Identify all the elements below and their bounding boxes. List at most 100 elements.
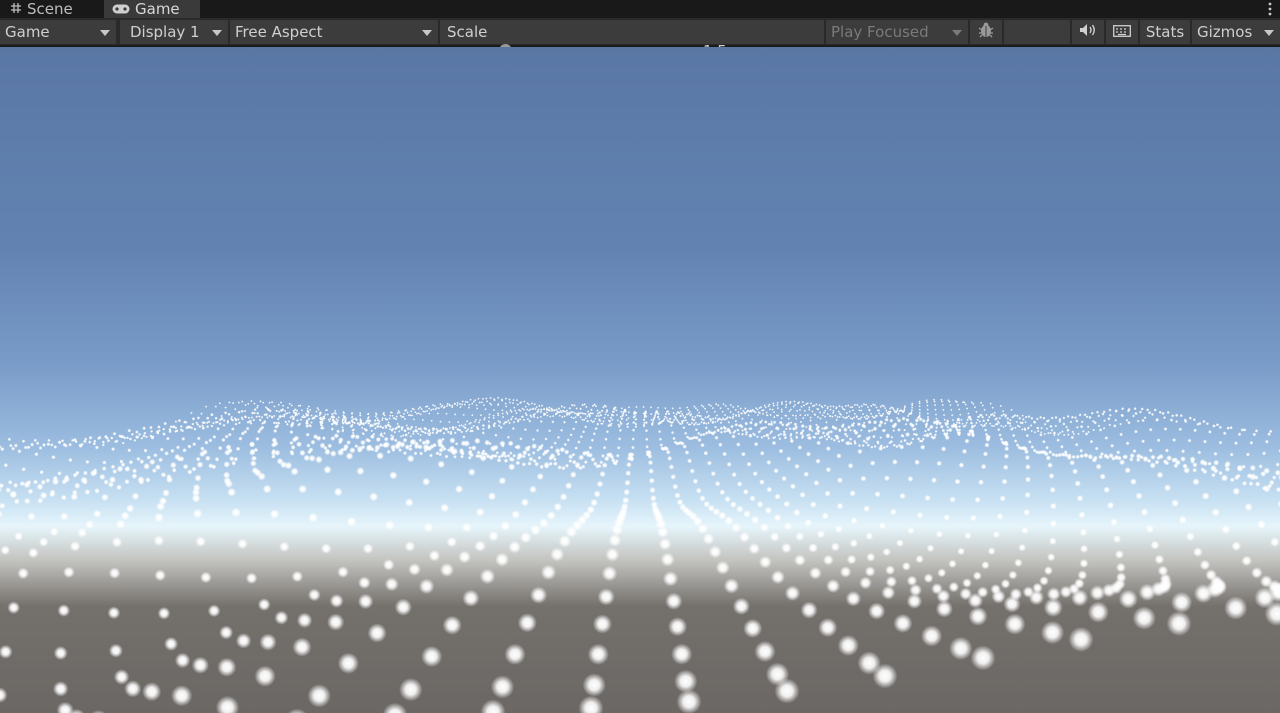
stats-button[interactable]: Stats	[1140, 20, 1190, 44]
particle	[839, 566, 852, 578]
particle	[539, 420, 543, 423]
particle	[872, 426, 878, 432]
particle	[38, 536, 49, 547]
particle	[662, 570, 679, 587]
particle	[714, 416, 717, 420]
particle	[72, 472, 78, 478]
particle	[744, 412, 747, 415]
particle	[324, 409, 328, 412]
particle	[647, 453, 653, 459]
particle	[677, 411, 681, 415]
particle	[1078, 413, 1082, 417]
particle	[329, 450, 337, 457]
particle	[1049, 502, 1057, 510]
particle	[345, 452, 354, 460]
particle	[904, 422, 908, 426]
particle	[911, 427, 916, 432]
particle	[899, 492, 906, 500]
particle	[724, 516, 734, 526]
particle	[776, 406, 780, 410]
play-focus-dropdown[interactable]: Play Focused	[826, 20, 968, 44]
particle	[1175, 419, 1179, 424]
particle	[217, 657, 237, 677]
particle	[386, 449, 391, 454]
particle	[1095, 410, 1100, 414]
tab-scene-label: Scene	[27, 0, 73, 18]
particle	[903, 438, 907, 443]
tab-scene[interactable]: Scene	[2, 0, 102, 18]
particle	[634, 418, 637, 421]
particle	[676, 689, 702, 713]
particle	[983, 428, 988, 432]
particle	[519, 409, 522, 412]
game-mode-dropdown[interactable]: Game	[0, 20, 116, 44]
particle	[1158, 410, 1162, 414]
particle	[515, 460, 521, 466]
particle	[811, 404, 815, 408]
particle	[736, 405, 740, 408]
particle	[462, 435, 466, 439]
particle	[1008, 421, 1012, 425]
particle	[795, 531, 805, 542]
particle	[224, 434, 229, 439]
particle	[770, 430, 774, 434]
particle	[631, 445, 635, 450]
particle	[1268, 479, 1275, 486]
particle	[901, 561, 911, 571]
particle	[1142, 456, 1149, 463]
particle	[843, 432, 848, 437]
game-viewport[interactable]	[0, 47, 1280, 713]
particle	[892, 459, 898, 465]
particle	[695, 487, 702, 494]
particle	[13, 498, 20, 505]
particle	[857, 444, 862, 448]
particle	[485, 397, 488, 400]
particle	[1119, 459, 1126, 466]
particle	[756, 500, 764, 508]
display-dropdown[interactable]: Display 1	[120, 20, 228, 44]
particle	[691, 415, 694, 418]
particle	[289, 451, 295, 456]
particle	[256, 404, 259, 407]
particle	[1028, 589, 1045, 606]
particle	[125, 504, 135, 513]
particle	[11, 446, 16, 451]
particle	[926, 408, 929, 411]
gizmos-dropdown[interactable]: Gizmos	[1192, 20, 1280, 44]
particle	[698, 423, 701, 426]
particle	[53, 445, 58, 449]
mute-audio-button[interactable]	[1072, 20, 1104, 44]
particle	[227, 487, 237, 497]
particle	[315, 435, 322, 442]
particle	[747, 414, 750, 417]
particle	[1174, 413, 1179, 418]
tab-game[interactable]: Game	[104, 0, 200, 18]
particle	[702, 532, 715, 545]
bug-button[interactable]	[970, 20, 1002, 44]
particle	[207, 604, 221, 618]
particle	[187, 469, 193, 475]
kebab-menu-icon[interactable]	[1264, 0, 1276, 18]
particle	[507, 440, 514, 447]
particle	[159, 447, 164, 452]
particle	[1004, 446, 1010, 452]
particle	[799, 431, 804, 436]
particle	[74, 482, 81, 489]
particle	[931, 477, 937, 484]
particle	[553, 461, 558, 467]
particle	[425, 409, 429, 413]
particle	[237, 410, 241, 414]
aspect-dropdown[interactable]: Free Aspect	[230, 20, 438, 44]
shortcuts-button[interactable]	[1106, 20, 1138, 44]
particle	[179, 424, 183, 428]
particle	[440, 503, 450, 513]
particle	[1118, 589, 1138, 609]
particle	[1004, 424, 1007, 428]
particle	[920, 444, 926, 450]
particle	[483, 418, 486, 421]
particle	[487, 425, 491, 429]
particle	[224, 449, 231, 456]
particle	[955, 400, 959, 404]
particle	[992, 530, 1001, 539]
particle	[407, 431, 410, 435]
